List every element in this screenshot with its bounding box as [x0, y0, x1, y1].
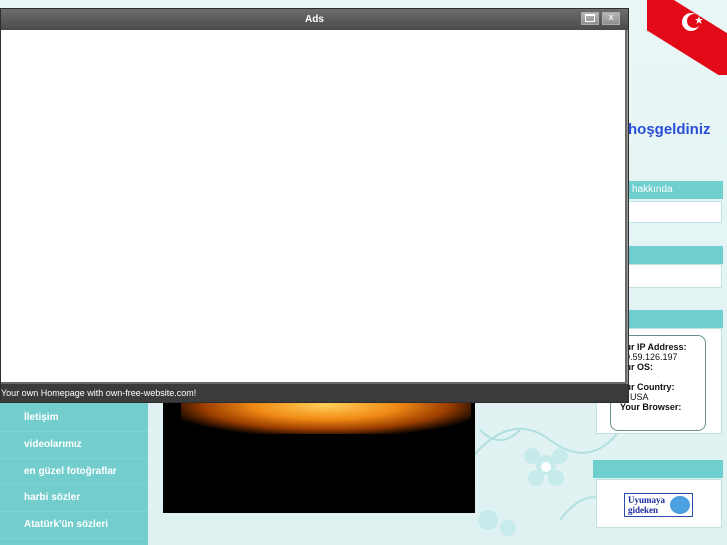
- country-label: our Country:: [620, 382, 675, 392]
- welcome-heading: hoşgeldiniz: [628, 121, 711, 138]
- sidebar-item-iletisim[interactable]: İletişim: [0, 405, 148, 432]
- country-row: USA: [620, 392, 687, 402]
- uyumaya-banner[interactable]: Uyumaya gideken: [624, 493, 693, 517]
- maximize-icon: [585, 13, 595, 22]
- ads-titlebar[interactable]: Ads x: [1, 9, 628, 30]
- close-button[interactable]: x: [602, 12, 620, 25]
- ads-window: Ads x Your own Homepage with own-free-we…: [0, 8, 629, 403]
- maximize-button[interactable]: [581, 12, 599, 25]
- banner-header: [593, 460, 723, 478]
- visitor-info: our IP Address: 70.59.126.197 our OS: ou…: [620, 342, 687, 412]
- browser-label: Your Browser:: [620, 402, 682, 412]
- video-player[interactable]: [163, 386, 475, 513]
- smurf-icon: [670, 496, 690, 514]
- country-value: USA: [630, 392, 649, 402]
- turkish-flag-icon: [647, 0, 727, 75]
- sidebar-item-videolarimiz[interactable]: videolarımız: [0, 432, 148, 459]
- sidebar-item-ataturk-sozleri[interactable]: Atatürk'ün sözleri: [0, 512, 148, 539]
- ip-label: our IP Address:: [620, 342, 687, 352]
- ads-status-bar: Your own Homepage with own-free-website.…: [1, 384, 628, 402]
- sidebar-item-harbi-sozler[interactable]: harbi sözler: [0, 485, 148, 513]
- ip-value: 70.59.126.197: [620, 352, 678, 362]
- ads-content: [1, 30, 627, 384]
- ads-window-title: Ads: [305, 14, 324, 25]
- sidebar-item-fotograflar[interactable]: en güzel fotoğraflar: [0, 459, 148, 486]
- os-label: our OS:: [620, 362, 653, 372]
- sidebar-nav: İletişim videolarımız en güzel fotoğrafl…: [0, 403, 148, 545]
